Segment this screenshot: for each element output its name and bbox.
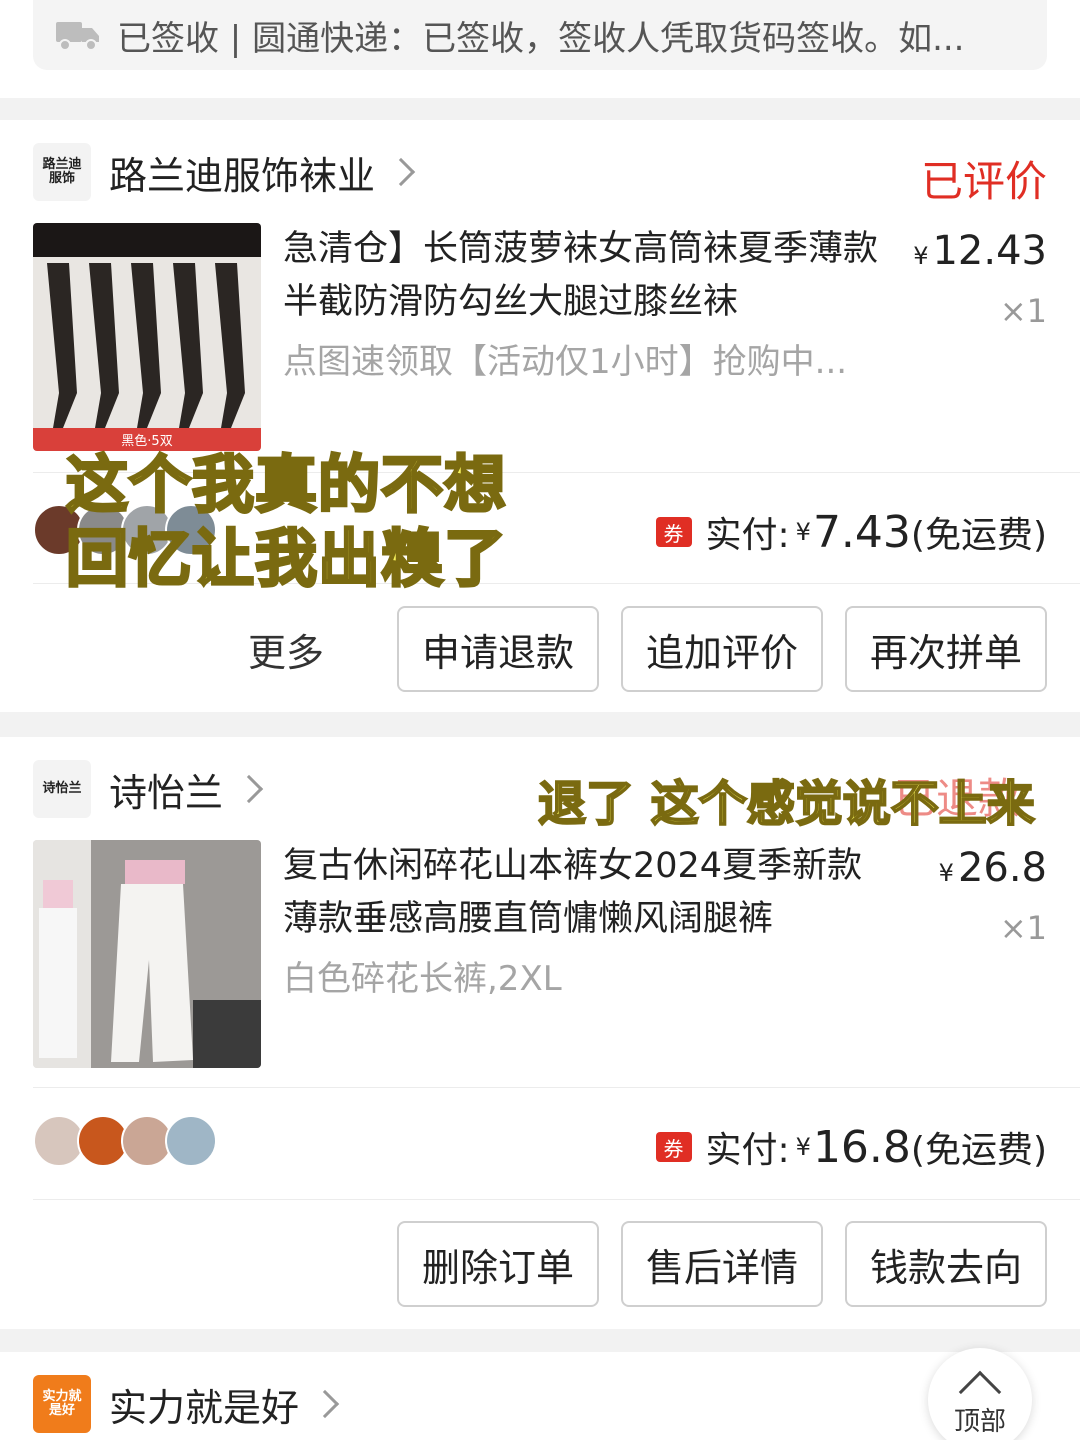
paid-currency: ¥ — [795, 1133, 811, 1161]
paid-label: 实付: — [705, 1130, 790, 1171]
shop-logo-text: 实力就是好 — [42, 1389, 82, 1418]
paid-value: 7.43 — [812, 506, 911, 558]
shop-header[interactable]: 诗怡兰 诗怡兰 — [33, 759, 264, 819]
product-image[interactable] — [33, 840, 261, 1068]
product-title[interactable]: 复古休闲碎花山本裤女2024夏季新款薄款垂感高腰直筒慵懒风阔腿裤 — [283, 840, 883, 946]
product-title[interactable]: 急清仓】长筒菠萝袜女高筒袜夏季薄款半截防滑防勾丝大腿过膝丝袜 — [283, 223, 883, 329]
chevron-right-icon — [386, 157, 416, 187]
price-currency: ¥ — [938, 859, 954, 887]
coupon-badge: 券 — [655, 517, 692, 547]
image-caption: 黑色·5双 — [121, 433, 172, 449]
shop-header[interactable]: 路兰迪服饰 路兰迪服饰袜业 — [33, 142, 416, 202]
shipping-text: 已签收 | 圆通快递：已签收，签收人凭取货码签收。如... — [117, 18, 965, 59]
shop-header[interactable]: 实力就是好 实力就是好 — [33, 1374, 340, 1434]
reorder-button[interactable]: 再次拼单 — [845, 606, 1047, 692]
product-price: ¥12.43 — [913, 228, 1047, 274]
delete-order-button[interactable]: 删除订单 — [397, 1221, 599, 1307]
shop-name[interactable]: 诗怡兰 — [109, 762, 223, 817]
shop-logo: 诗怡兰 — [33, 760, 91, 818]
price-value: 26.8 — [957, 845, 1047, 891]
product-spec: 点图速领取【活动仅1小时】抢购中... — [283, 342, 848, 382]
buyer-avatars — [33, 1115, 217, 1167]
shipping-status-bar[interactable]: 已签收 | 圆通快递：已签收，签收人凭取货码签收。如... — [33, 0, 1047, 70]
shop-logo-text: 诗怡兰 — [42, 781, 82, 796]
avatar — [165, 1115, 217, 1167]
price-currency: ¥ — [913, 242, 929, 270]
annotation-text: 这个我真的不想 回忆让我出糗了 — [64, 447, 508, 597]
product-quantity: ×1 — [999, 909, 1047, 947]
paid-amount: 券 实付: ¥ 7.43 (免运费) — [655, 506, 1047, 558]
product-price: ¥26.8 — [939, 845, 1047, 891]
action-buttons: 更多 申请退款 追加评价 再次拼单 — [0, 606, 1047, 692]
add-review-button[interactable]: 追加评价 — [621, 606, 823, 692]
paid-value: 16.8 — [812, 1121, 911, 1173]
paid-label: 实付: — [705, 515, 790, 556]
shipping-note: (免运费) — [910, 515, 1047, 556]
refund-destination-button[interactable]: 钱款去向 — [845, 1221, 1047, 1307]
price-value: 12.43 — [932, 228, 1047, 274]
annotation-line: 这个我真的不想 — [64, 447, 508, 523]
action-buttons: 删除订单 售后详情 钱款去向 — [0, 1221, 1047, 1307]
chevron-right-icon — [310, 1389, 340, 1419]
annotation-line: 回忆让我出糗了 — [64, 521, 508, 597]
order-card: 路兰迪服饰 路兰迪服饰袜业 已评价 黑色·5双 急清仓】长筒菠萝袜女高筒袜夏季薄… — [0, 120, 1080, 712]
shop-logo: 路兰迪服饰 — [33, 143, 91, 201]
product-spec: 白色碎花长裤,2XL — [283, 959, 562, 999]
divider — [33, 1087, 1080, 1088]
chevron-right-icon — [234, 774, 264, 804]
shop-logo: 实力就是好 — [33, 1375, 91, 1433]
shop-name[interactable]: 实力就是好 — [109, 1377, 299, 1432]
truck-icon — [56, 22, 99, 51]
apply-refund-button[interactable]: 申请退款 — [397, 606, 599, 692]
shop-name[interactable]: 路兰迪服饰袜业 — [109, 145, 375, 200]
shop-logo-text: 路兰迪服饰 — [42, 157, 82, 186]
order-status: 已评价 — [920, 157, 1047, 206]
more-button[interactable]: 更多 — [248, 622, 324, 677]
order-card: 实力就是好 实力就是好 — [0, 1352, 1080, 1440]
annotation-text: 退了 这个感觉说不上来 — [537, 775, 1036, 833]
shipping-note: (免运费) — [910, 1130, 1047, 1171]
divider — [33, 1199, 1080, 1200]
shipping-card[interactable]: 已签收 | 圆通快递：已签收，签收人凭取货码签收。如... — [0, 0, 1080, 98]
product-image[interactable]: 黑色·5双 — [33, 223, 261, 451]
paid-amount: 券 实付: ¥ 16.8 (免运费) — [655, 1121, 1047, 1173]
coupon-badge: 券 — [655, 1132, 692, 1162]
paid-currency: ¥ — [795, 518, 811, 546]
product-quantity: ×1 — [999, 292, 1047, 330]
after-sales-button[interactable]: 售后详情 — [621, 1221, 823, 1307]
